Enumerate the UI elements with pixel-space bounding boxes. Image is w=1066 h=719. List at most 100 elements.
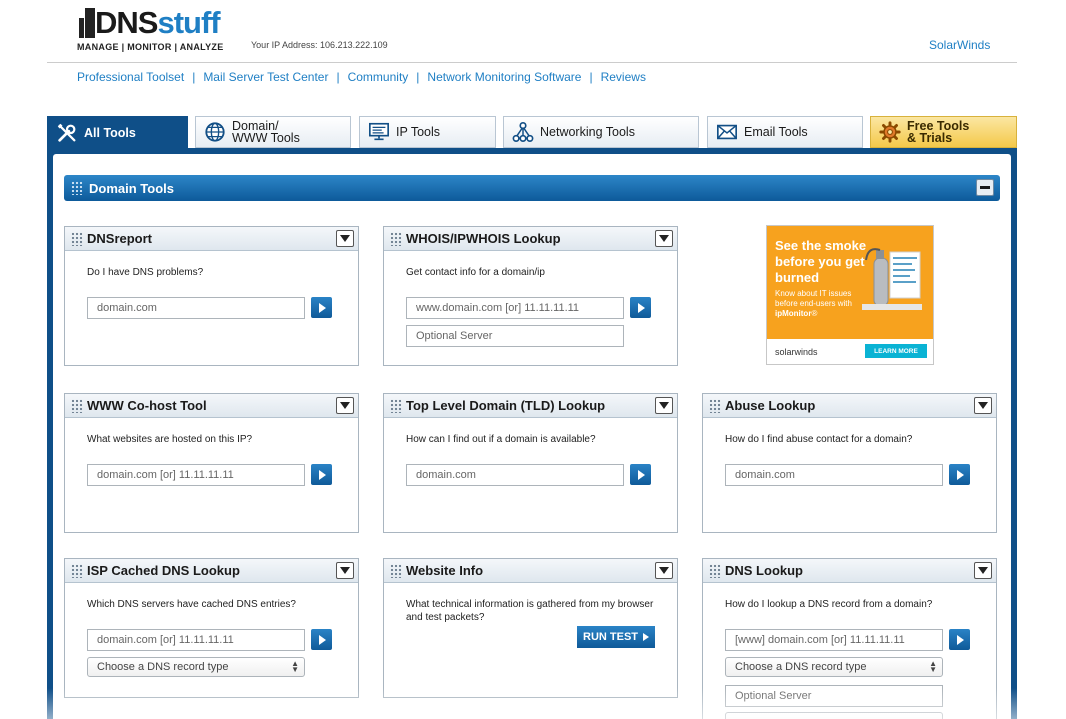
widget-title: Top Level Domain (TLD) Lookup: [406, 398, 606, 413]
domain-or-ip-input[interactable]: www.domain.com [or] 11.11.11.11: [406, 297, 624, 319]
tab-label: Domain/WWW Tools: [232, 119, 300, 145]
widget-title: DNSreport: [87, 231, 153, 246]
drag-handle-icon[interactable]: [71, 232, 83, 246]
domain-input[interactable]: domain.com: [406, 464, 624, 486]
minus-icon: [980, 186, 990, 189]
widget-title: DNS Lookup: [725, 563, 803, 578]
logo-tagline: MANAGE | MONITOR | ANALYZE: [77, 42, 224, 52]
widget-whois: WHOIS/IPWHOIS Lookup Get contact info fo…: [383, 226, 678, 366]
drag-handle-icon[interactable]: [71, 181, 83, 195]
drag-handle-icon[interactable]: [71, 564, 83, 578]
widget-abuse-lookup: Abuse Lookup How do I find abuse contact…: [702, 393, 997, 533]
solarwinds-ad-logo: solarwinds: [775, 347, 818, 357]
widget-question: How do I find abuse contact for a domain…: [725, 434, 913, 445]
drag-handle-icon[interactable]: [709, 399, 721, 413]
section-header-domain-tools: Domain Tools: [64, 175, 1000, 201]
go-button[interactable]: [311, 297, 332, 318]
widget-menu-dropdown[interactable]: [974, 397, 992, 414]
widget-menu-dropdown[interactable]: [336, 230, 354, 247]
domain-or-ip-input[interactable]: [www] domain.com [or] 11.11.11.11: [725, 629, 943, 651]
widget-menu-dropdown[interactable]: [655, 397, 673, 414]
tab-label: Networking Tools: [540, 125, 635, 139]
optional-server-input[interactable]: Optional Server: [406, 325, 624, 347]
logo-mark: [77, 8, 95, 38]
nav-reviews[interactable]: Reviews: [601, 70, 646, 84]
widget-title: Website Info: [406, 563, 484, 578]
nav-separator: |: [192, 70, 196, 84]
ad-subtext: Know about IT issues before end-users wi…: [775, 289, 852, 318]
widget-title: WWW Co-host Tool: [87, 398, 207, 413]
tab-domain-www-tools[interactable]: Domain/WWW Tools: [195, 116, 351, 148]
tab-ip-tools[interactable]: IP Tools: [359, 116, 496, 148]
domain-or-ip-input[interactable]: domain.com [or] 11.11.11.11: [87, 629, 305, 651]
go-button[interactable]: [311, 464, 332, 485]
domain-input[interactable]: domain.com: [87, 297, 305, 319]
tab-all-tools[interactable]: All Tools: [47, 116, 188, 150]
nav-community[interactable]: Community: [348, 70, 409, 84]
widget-website-info: Website Info What technical information …: [383, 558, 678, 698]
dnsstuff-logo[interactable]: DNSstuff MANAGE | MONITOR | ANALYZE: [77, 6, 227, 54]
widget-www-cohost: WWW Co-host Tool What websites are hoste…: [64, 393, 359, 533]
nav-mail-server-test-center[interactable]: Mail Server Test Center: [203, 70, 328, 84]
tab-networking-tools[interactable]: Networking Tools: [503, 116, 699, 148]
dns-record-type-select[interactable]: Choose a DNS record type ▲ ▼: [725, 657, 943, 677]
nav-separator: |: [589, 70, 593, 84]
tab-free-tools-trials[interactable]: Free Tools & Trials: [870, 116, 1017, 148]
top-nav: Professional Toolset | Mail Server Test Ce…: [77, 70, 646, 84]
run-test-button[interactable]: RUN TEST: [577, 626, 655, 648]
widget-question: Which DNS servers have cached DNS entrie…: [87, 599, 296, 610]
ad-headline: See the smoke before you get burned: [775, 238, 867, 285]
go-button[interactable]: [949, 629, 970, 650]
go-button[interactable]: [311, 629, 332, 650]
widget-tld-lookup: Top Level Domain (TLD) Lookup How can I …: [383, 393, 678, 533]
ip-address: Your IP Address: 106.213.222.109: [251, 40, 388, 50]
section-title: Domain Tools: [89, 180, 174, 196]
envelope-icon: [717, 124, 737, 140]
tab-label: Email Tools: [744, 125, 808, 139]
domain-input[interactable]: domain.com: [725, 464, 943, 486]
widget-question: What technical information is gathered f…: [406, 599, 654, 623]
dns-record-type-select[interactable]: Choose a DNS record type ▲ ▼: [87, 657, 305, 677]
collapse-button[interactable]: [976, 179, 994, 196]
server-icon: [369, 122, 389, 141]
tab-label: IP Tools: [396, 125, 441, 139]
select-arrows-icon: ▲ ▼: [291, 659, 299, 674]
widget-question: Do I have DNS problems?: [87, 267, 204, 278]
widget-dnsreport: DNSreport Do I have DNS problems? domain…: [64, 226, 359, 366]
logo-wordmark: DNSstuff: [95, 5, 221, 40]
go-button[interactable]: [630, 464, 651, 485]
nav-professional-toolset[interactable]: Professional Toolset: [77, 70, 184, 84]
widget-isp-cached-dns: ISP Cached DNS Lookup Which DNS servers …: [64, 558, 359, 698]
widget-menu-dropdown[interactable]: [336, 562, 354, 579]
play-icon: [643, 633, 649, 641]
select-arrows-icon: ▲ ▼: [929, 659, 937, 674]
tab-label: All Tools: [84, 126, 136, 140]
widget-title: ISP Cached DNS Lookup: [87, 563, 240, 578]
go-button[interactable]: [630, 297, 651, 318]
widget-menu-dropdown[interactable]: [974, 562, 992, 579]
widget-menu-dropdown[interactable]: [655, 562, 673, 579]
optional-server-input[interactable]: Optional Server: [725, 685, 943, 707]
solarwinds-link[interactable]: SolarWinds: [929, 38, 990, 52]
widget-question: What websites are hosted on this IP?: [87, 434, 253, 445]
tools-icon: [57, 123, 76, 142]
tab-email-tools[interactable]: Email Tools: [707, 116, 863, 148]
widget-menu-dropdown[interactable]: [655, 230, 673, 247]
drag-handle-icon[interactable]: [390, 232, 402, 246]
ipmonitor-ad[interactable]: See the smoke before you get burned Know…: [766, 225, 934, 365]
extra-select[interactable]: [725, 712, 943, 719]
go-button[interactable]: [949, 464, 970, 485]
domain-or-ip-input[interactable]: domain.com [or] 11.11.11.11: [87, 464, 305, 486]
drag-handle-icon[interactable]: [71, 399, 83, 413]
drag-handle-icon[interactable]: [390, 399, 402, 413]
drag-handle-icon[interactable]: [709, 564, 721, 578]
widget-question: Get contact info for a domain/ip: [406, 267, 545, 278]
ad-learn-more-button[interactable]: LEARN MORE: [865, 344, 927, 358]
widget-menu-dropdown[interactable]: [336, 397, 354, 414]
widget-question: How do I lookup a DNS record from a doma…: [725, 599, 933, 610]
network-icon: [512, 122, 534, 142]
nav-network-monitoring-software[interactable]: Network Monitoring Software: [427, 70, 581, 84]
drag-handle-icon[interactable]: [390, 564, 402, 578]
widget-title: WHOIS/IPWHOIS Lookup: [406, 231, 561, 246]
nav-separator: |: [336, 70, 340, 84]
